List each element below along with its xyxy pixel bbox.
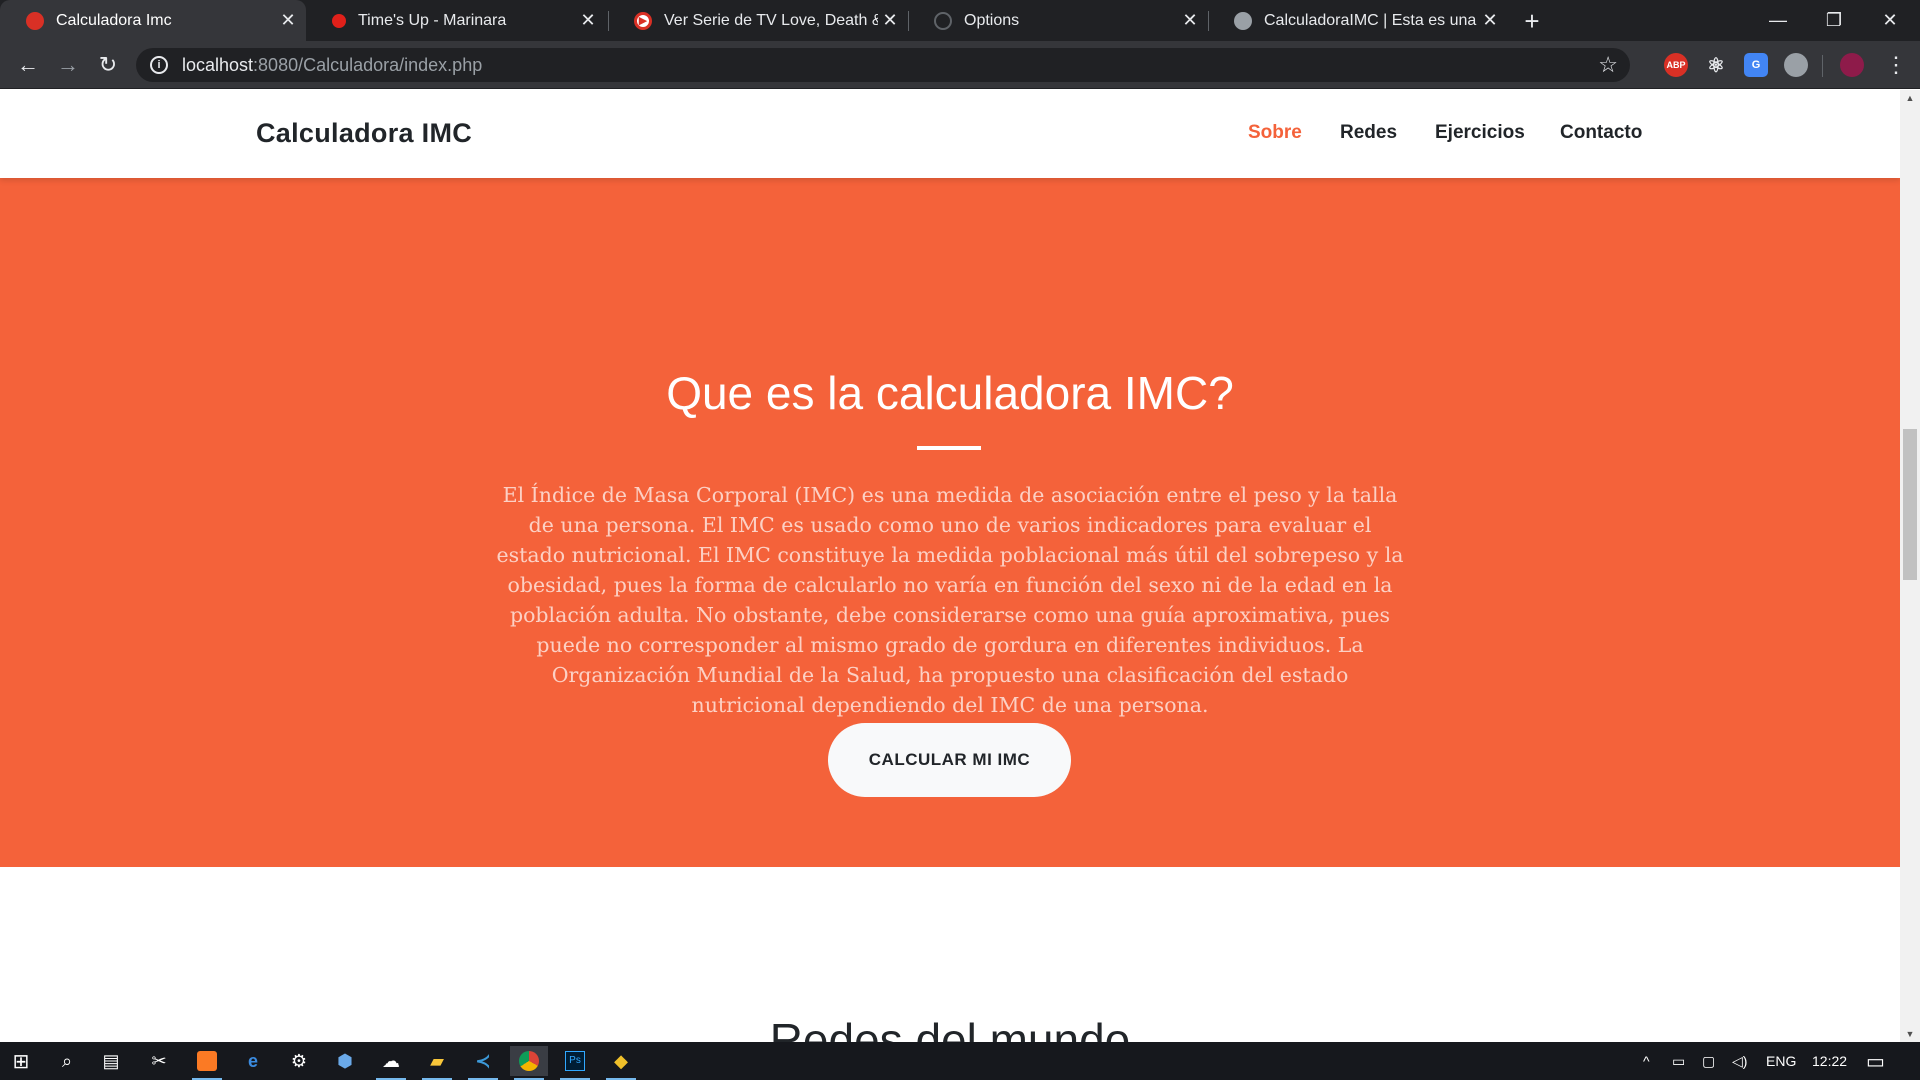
- chrome-menu-button[interactable]: ⋮: [1880, 49, 1912, 81]
- page-scrollbar[interactable]: ▲ ▼: [1900, 90, 1920, 1042]
- reload-button[interactable]: ↻: [92, 49, 124, 81]
- about-title: Que es la calculadora IMC?: [666, 367, 1234, 419]
- language-indicator[interactable]: ENG: [1766, 1042, 1796, 1080]
- scroll-up-arrow-icon[interactable]: ▲: [1900, 90, 1920, 106]
- calculator-favicon-icon: [26, 11, 44, 30]
- page-viewport: Calculadora IMC Sobre Redes Ejercicios C…: [0, 90, 1900, 1042]
- windows-start-icon[interactable]: ⊞: [2, 1046, 40, 1076]
- browser-tab-strip: Calculadora Imc ✕ Time's Up - Marinara ✕…: [0, 0, 1920, 41]
- tab-title: Ver Serie de TV Love, Death & Robots: [664, 11, 878, 29]
- new-tab-button[interactable]: +: [1516, 5, 1548, 37]
- site-info-icon[interactable]: i: [150, 56, 168, 74]
- windows-taskbar: ⊞ ⌕ ▤ ✂ e ⚙ ⬢ ☁ ▰ ≺ Ps ◆ ^ ▭ ▢ ◁) ENG 12…: [0, 1042, 1920, 1080]
- xampp-icon[interactable]: [188, 1046, 226, 1080]
- play-favicon-icon: ▶: [634, 11, 652, 30]
- nav-link-sobre[interactable]: Sobre: [1248, 122, 1302, 144]
- back-button[interactable]: ←: [12, 49, 44, 81]
- extension-icon[interactable]: [1784, 53, 1808, 77]
- clock[interactable]: 12:22: [1812, 1042, 1847, 1080]
- snipping-tool-icon[interactable]: ✂: [140, 1046, 178, 1076]
- react-devtools-icon[interactable]: ⚛: [1704, 53, 1728, 77]
- tab-calculadora-imc[interactable]: Calculadora Imc ✕: [0, 0, 306, 41]
- tab-title: Options: [964, 11, 1020, 29]
- address-bar[interactable]: i localhost:8080/Calculadora/index.php ☆: [136, 48, 1630, 82]
- show-hidden-icons-icon[interactable]: ^: [1643, 1042, 1650, 1080]
- notifications-icon[interactable]: ▭: [1866, 1042, 1885, 1080]
- profile-avatar-icon[interactable]: [1840, 53, 1864, 77]
- volume-icon[interactable]: ◁): [1732, 1042, 1747, 1080]
- chrome-browser-icon[interactable]: [510, 1046, 548, 1080]
- close-tab-icon[interactable]: ✕: [1178, 9, 1202, 33]
- close-window-button[interactable]: ✕: [1862, 0, 1918, 41]
- app-icon[interactable]: ☁: [372, 1046, 410, 1080]
- tomato-favicon-icon: [332, 13, 346, 28]
- task-view-icon[interactable]: ▤: [92, 1046, 130, 1076]
- scrollbar-thumb[interactable]: [1903, 429, 1917, 580]
- close-tab-icon[interactable]: ✕: [276, 9, 300, 33]
- nav-link-ejercicios[interactable]: Ejercicios: [1435, 122, 1525, 144]
- site-brand-link[interactable]: Calculadora IMC: [256, 118, 472, 149]
- forward-button[interactable]: →: [52, 49, 84, 81]
- close-tab-icon[interactable]: ✕: [878, 9, 902, 33]
- close-tab-icon[interactable]: ✕: [576, 9, 600, 33]
- tab-timesup[interactable]: Time's Up - Marinara ✕: [306, 0, 606, 41]
- about-description: El Índice de Masa Corporal (IMC) es una …: [496, 483, 1404, 717]
- tab-title: Calculadora Imc: [56, 11, 172, 29]
- address-url: localhost:8080/Calculadora/index.php: [182, 55, 482, 76]
- battery-icon[interactable]: ▭: [1672, 1042, 1685, 1080]
- settings-gear-icon[interactable]: ⚙: [280, 1046, 318, 1076]
- network-icon[interactable]: ▢: [1702, 1042, 1715, 1080]
- file-explorer-icon[interactable]: ▰: [418, 1046, 456, 1080]
- virtualbox-icon[interactable]: ⬢: [326, 1046, 364, 1076]
- nav-link-redes[interactable]: Redes: [1340, 122, 1397, 144]
- vscode-icon[interactable]: ≺: [464, 1046, 502, 1080]
- calculate-bmi-button[interactable]: CALCULAR MI IMC: [828, 723, 1071, 797]
- close-tab-icon[interactable]: ✕: [1478, 9, 1502, 33]
- globe-favicon-icon: [1234, 11, 1252, 30]
- nav-link-contacto[interactable]: Contacto: [1560, 122, 1642, 144]
- minimize-window-button[interactable]: —: [1750, 0, 1806, 41]
- next-section-heading: Redes del mundo: [769, 1014, 1131, 1042]
- search-icon[interactable]: ⌕: [48, 1046, 86, 1076]
- adblock-plus-icon[interactable]: ABP: [1664, 53, 1688, 77]
- restore-window-button[interactable]: ❐: [1806, 0, 1862, 41]
- browser-toolbar: ← → ↻ i localhost:8080/Calculadora/index…: [0, 41, 1920, 89]
- git-kraken-icon[interactable]: ◆: [602, 1046, 640, 1080]
- tab-title: CalculadoraIMC | Esta es una calculadora: [1264, 11, 1478, 29]
- github-favicon-icon: [934, 11, 952, 30]
- tab-calculadoraimc-github[interactable]: CalculadoraIMC | Esta es una calculadora…: [1208, 0, 1508, 41]
- bookmark-star-icon[interactable]: ☆: [1598, 52, 1618, 78]
- site-navbar: Calculadora IMC Sobre Redes Ejercicios C…: [0, 90, 1900, 178]
- about-section: Que es la calculadora IMC? El Índice de …: [0, 178, 1900, 867]
- tab-love-death-robots[interactable]: ▶ Ver Serie de TV Love, Death & Robots ✕: [608, 0, 908, 41]
- photoshop-icon[interactable]: Ps: [556, 1046, 594, 1080]
- google-translate-icon[interactable]: G: [1744, 53, 1768, 77]
- tab-options[interactable]: Options ✕: [908, 0, 1208, 41]
- toolbar-divider: [1822, 55, 1823, 77]
- scroll-down-arrow-icon[interactable]: ▼: [1900, 1026, 1920, 1042]
- url-host: localhost: [182, 54, 254, 75]
- tab-title: Time's Up - Marinara: [358, 11, 507, 29]
- edge-browser-icon[interactable]: e: [234, 1046, 272, 1076]
- url-path: :8080/Calculadora/index.php: [253, 54, 483, 75]
- title-divider: [917, 446, 981, 450]
